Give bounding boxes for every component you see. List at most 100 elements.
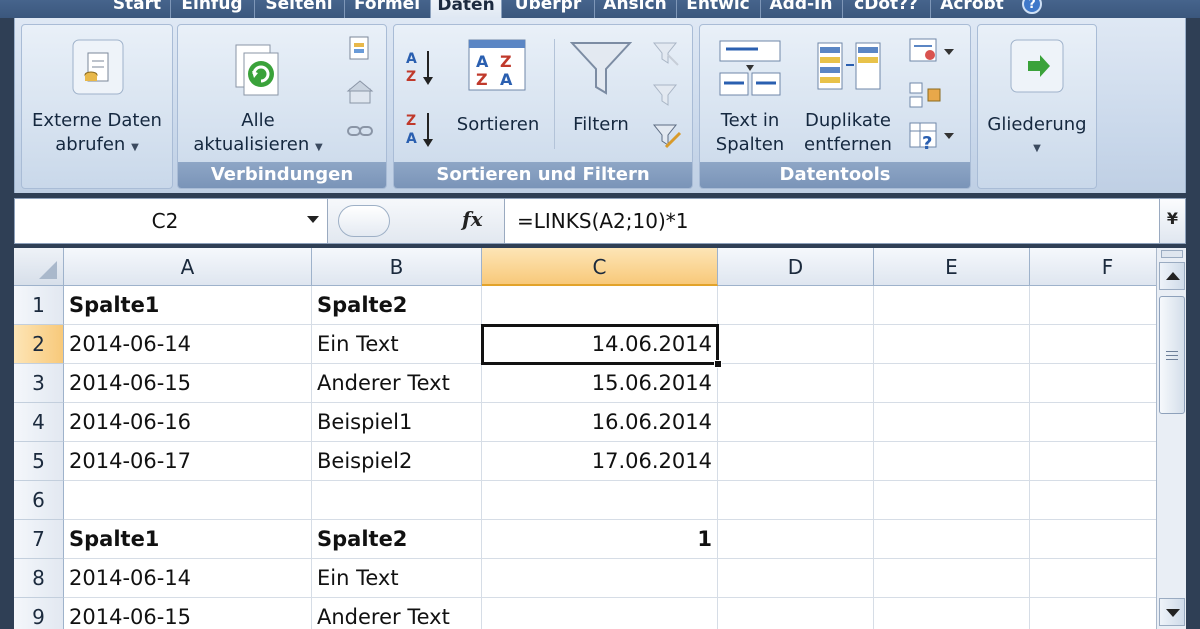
column-header-a[interactable]: A <box>64 248 312 286</box>
scroll-down-button[interactable] <box>1159 598 1185 626</box>
cell-d8[interactable] <box>718 559 874 598</box>
cell-f9[interactable] <box>1030 598 1156 629</box>
cell-a8[interactable]: 2014-06-14 <box>64 559 312 598</box>
row-header[interactable]: 5 <box>14 442 64 481</box>
cell-c2[interactable]: 14.06.2014 <box>482 325 718 364</box>
cell-e6[interactable] <box>874 481 1030 520</box>
cell-f4[interactable] <box>1030 403 1156 442</box>
cell-b6[interactable] <box>312 481 482 520</box>
data-validation-icon[interactable] <box>908 37 958 65</box>
column-header-e[interactable]: E <box>874 248 1030 286</box>
cell-c7[interactable]: 1 <box>482 520 718 559</box>
reapply-filter-icon[interactable] <box>652 81 680 109</box>
cell-b2[interactable]: Ein Text <box>312 325 482 364</box>
row-header[interactable]: 2 <box>14 325 64 364</box>
cell-a7[interactable]: Spalte1 <box>64 520 312 559</box>
cell-b7[interactable]: Spalte2 <box>312 520 482 559</box>
cell-a2[interactable]: 2014-06-14 <box>64 325 312 364</box>
tab-acrobat[interactable]: Acrobt <box>932 0 1012 18</box>
tab-einfuegen[interactable]: Einfüg <box>172 0 252 18</box>
cell-b5[interactable]: Beispiel2 <box>312 442 482 481</box>
cell-f1[interactable] <box>1030 286 1156 325</box>
tab-start[interactable]: Start <box>106 0 168 18</box>
cell-a9[interactable]: 2014-06-15 <box>64 598 312 629</box>
column-header-b[interactable]: B <box>312 248 482 286</box>
scrollbar-thumb[interactable] <box>1159 296 1185 414</box>
cell-c4[interactable]: 16.06.2014 <box>482 403 718 442</box>
external-data-button[interactable]: Externe Daten abrufen ▼ <box>22 33 172 183</box>
sort-descending-icon[interactable]: Z A <box>404 109 438 149</box>
tab-formeln[interactable]: Formel <box>346 0 428 18</box>
vertical-scrollbar[interactable] <box>1156 248 1186 629</box>
column-header-d[interactable]: D <box>718 248 874 286</box>
row-header[interactable]: 7 <box>14 520 64 559</box>
cell-b8[interactable]: Ein Text <box>312 559 482 598</box>
scroll-up-button[interactable] <box>1159 262 1185 290</box>
cell-d6[interactable] <box>718 481 874 520</box>
column-header-f[interactable]: F <box>1030 248 1156 286</box>
cell-d3[interactable] <box>718 364 874 403</box>
cell-d7[interactable] <box>718 520 874 559</box>
row-header[interactable]: 3 <box>14 364 64 403</box>
name-box-dropdown-icon[interactable] <box>307 216 319 223</box>
cell-b4[interactable]: Beispiel1 <box>312 403 482 442</box>
edit-links-icon[interactable] <box>346 121 374 141</box>
remove-duplicates-button[interactable]: Duplikate entfernen <box>796 33 900 155</box>
cell-c9[interactable] <box>482 598 718 629</box>
cell-c5[interactable]: 17.06.2014 <box>482 442 718 481</box>
cell-a6[interactable] <box>64 481 312 520</box>
tab-entwicklertools[interactable]: Entwic <box>678 0 758 18</box>
cell-e7[interactable] <box>874 520 1030 559</box>
tab-cdot[interactable]: cDot?? <box>844 0 928 18</box>
cell-e9[interactable] <box>874 598 1030 629</box>
refresh-all-button[interactable]: Alle aktualisieren ▼ <box>182 33 334 161</box>
cell-e2[interactable] <box>874 325 1030 364</box>
row-header[interactable]: 9 <box>14 598 64 629</box>
cell-e4[interactable] <box>874 403 1030 442</box>
help-icon[interactable]: ? <box>1022 0 1042 14</box>
tab-seitenlayout[interactable]: Seitenl <box>256 0 342 18</box>
expand-formula-bar-icon[interactable]: ¥ <box>1159 199 1185 243</box>
tab-add-ins[interactable]: Add-In <box>762 0 840 18</box>
row-header[interactable]: 1 <box>14 286 64 325</box>
row-header[interactable]: 4 <box>14 403 64 442</box>
worksheet-grid[interactable]: A B C D E F 1 Spalte1 Spalte2 2 2014-06-14 Ein Text… <box>14 248 1156 629</box>
select-all-button[interactable] <box>14 248 64 286</box>
cell-b3[interactable]: Anderer Text <box>312 364 482 403</box>
row-header[interactable]: 8 <box>14 559 64 598</box>
tab-ueberpruefen[interactable]: Überpr <box>504 0 592 18</box>
connections-icon[interactable] <box>346 35 374 63</box>
cell-d9[interactable] <box>718 598 874 629</box>
formula-input[interactable]: =LINKS(A2;10)*1 <box>517 199 689 243</box>
cell-b9[interactable]: Anderer Text <box>312 598 482 629</box>
sort-button[interactable]: A Z Z A Sortieren <box>448 33 548 153</box>
formula-bar-resize-handle[interactable] <box>338 205 390 237</box>
cell-d2[interactable] <box>718 325 874 364</box>
cell-e1[interactable] <box>874 286 1030 325</box>
cell-b1[interactable]: Spalte2 <box>312 286 482 325</box>
cell-e5[interactable] <box>874 442 1030 481</box>
sort-ascending-icon[interactable]: A Z <box>404 47 438 87</box>
text-to-columns-button[interactable]: Text in Spalten <box>704 33 796 155</box>
split-box[interactable] <box>1161 250 1183 258</box>
cell-a5[interactable]: 2014-06-17 <box>64 442 312 481</box>
cell-d1[interactable] <box>718 286 874 325</box>
cell-c3[interactable]: 15.06.2014 <box>482 364 718 403</box>
fill-handle[interactable] <box>714 360 722 368</box>
cell-d4[interactable] <box>718 403 874 442</box>
column-header-c[interactable]: C <box>482 248 718 286</box>
cell-a4[interactable]: 2014-06-16 <box>64 403 312 442</box>
cell-e8[interactable] <box>874 559 1030 598</box>
cell-f5[interactable] <box>1030 442 1156 481</box>
cell-c1[interactable] <box>482 286 718 325</box>
cell-f2[interactable] <box>1030 325 1156 364</box>
properties-icon[interactable] <box>346 79 374 107</box>
cell-d5[interactable] <box>718 442 874 481</box>
consolidate-icon[interactable] <box>908 81 942 109</box>
cell-f6[interactable] <box>1030 481 1156 520</box>
outline-button[interactable]: Gliederung ▼ <box>978 33 1096 183</box>
cell-f7[interactable] <box>1030 520 1156 559</box>
cell-a1[interactable]: Spalte1 <box>64 286 312 325</box>
name-box[interactable]: C2 <box>15 199 315 243</box>
clear-filter-icon[interactable] <box>652 39 680 67</box>
